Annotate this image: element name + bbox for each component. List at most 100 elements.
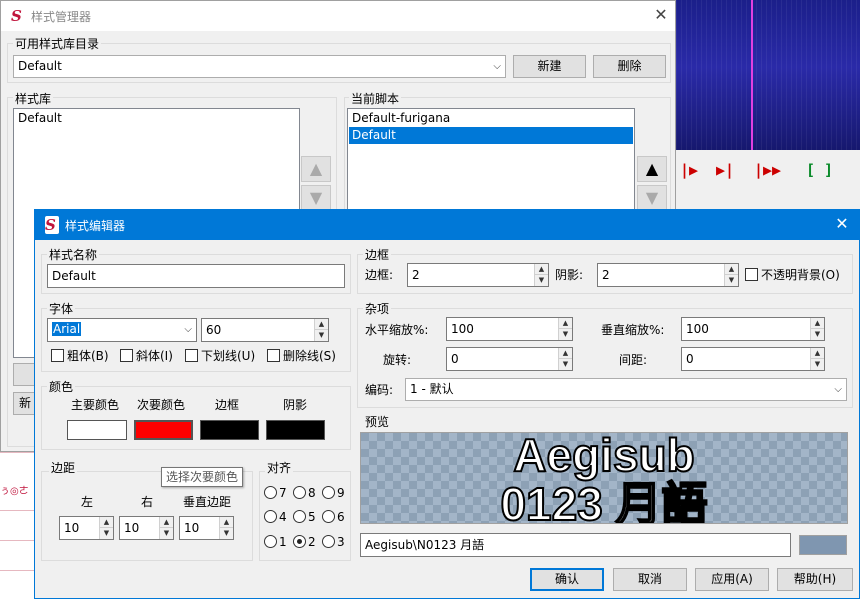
margin-right-label: 右 xyxy=(141,495,154,509)
encoding-value: 1 - 默认 xyxy=(410,382,454,396)
play-end-icon[interactable]: ▶| xyxy=(716,158,734,182)
align-3-label: 3 xyxy=(337,535,345,549)
align-5-radio[interactable]: 5 xyxy=(293,509,316,525)
colors-group-label: 颜色 xyxy=(47,378,76,395)
shadow-spinner[interactable]: 2 ▲ ▼ xyxy=(597,263,739,287)
margin-left-value: 10 xyxy=(64,521,80,535)
align-7-label: 7 xyxy=(279,486,287,500)
spin-down-icon[interactable]: ▼ xyxy=(559,359,572,370)
primary-color-swatch[interactable] xyxy=(67,420,127,440)
spin-up-icon[interactable]: ▲ xyxy=(535,264,548,275)
spacing-spinner[interactable]: 0 ▲ ▼ xyxy=(681,347,825,371)
align-8-label: 8 xyxy=(308,486,316,500)
margin-right-spinner[interactable]: 10 ▲ ▼ xyxy=(119,516,174,540)
align-1-radio[interactable]: 1 xyxy=(264,534,287,550)
close-icon[interactable]: ✕ xyxy=(649,3,673,27)
script-down-button[interactable]: ▼ xyxy=(637,185,667,211)
opaque-checkbox[interactable]: 不透明背景(O) xyxy=(745,267,840,283)
spin-up-icon[interactable]: ▲ xyxy=(725,264,738,275)
storage-item[interactable]: Default xyxy=(15,110,298,127)
scale-y-value: 100 xyxy=(686,322,709,336)
style-name-label: 样式名称 xyxy=(47,246,100,263)
align-3-radio[interactable]: 3 xyxy=(322,534,345,550)
rotation-spinner[interactable]: 0 ▲ ▼ xyxy=(446,347,573,371)
spacing-value: 0 xyxy=(686,352,694,366)
align-4-radio[interactable]: 4 xyxy=(264,509,287,525)
apply-button[interactable]: 应用(A) xyxy=(695,568,769,591)
close-icon[interactable]: ✕ xyxy=(830,212,854,236)
script-item-default[interactable]: Default xyxy=(349,127,633,144)
spin-up-icon[interactable]: ▲ xyxy=(811,318,824,329)
encoding-combo[interactable]: 1 - 默认 ⌵ xyxy=(405,378,847,401)
border-group-label: 边框 xyxy=(363,246,392,263)
preview-bg-color-button[interactable] xyxy=(799,535,847,555)
font-name-combo[interactable]: Arial ⌵ xyxy=(47,318,197,342)
rotation-label: 旋转: xyxy=(383,353,412,367)
align-8-radio[interactable]: 8 xyxy=(293,485,316,501)
align-1-label: 1 xyxy=(279,535,287,549)
spin-down-icon[interactable]: ▼ xyxy=(160,528,173,539)
play-after-icon[interactable]: |▶▶ xyxy=(754,158,781,182)
storage-down-button[interactable]: ▼ xyxy=(301,185,331,211)
spin-down-icon[interactable]: ▼ xyxy=(100,528,113,539)
storage-up-button[interactable]: ▲ xyxy=(301,156,331,182)
play-start-icon[interactable]: |▶ xyxy=(680,158,698,182)
scale-x-spinner[interactable]: 100 ▲ ▼ xyxy=(446,317,573,341)
margin-vertical-spinner[interactable]: 10 ▲ ▼ xyxy=(179,516,234,540)
spin-up-icon[interactable]: ▲ xyxy=(220,517,233,528)
align-6-label: 6 xyxy=(337,510,345,524)
chevron-down-icon: ⌵ xyxy=(493,61,501,72)
manager-titlebar: S 样式管理器 ✕ xyxy=(1,1,675,31)
spin-up-icon[interactable]: ▲ xyxy=(559,348,572,359)
shadow-color-swatch[interactable] xyxy=(266,420,325,440)
new-catalog-button[interactable]: 新建 xyxy=(513,55,586,78)
script-up-button[interactable]: ▲ xyxy=(637,156,667,182)
help-button[interactable]: 帮助(H) xyxy=(777,568,853,591)
outline-color-label: 边框 xyxy=(215,398,240,412)
preview-text-input[interactable]: Aegisub\N0123 月語 xyxy=(360,533,791,557)
secondary-color-swatch[interactable] xyxy=(134,420,193,440)
rotation-value: 0 xyxy=(451,352,459,366)
spin-up-icon[interactable]: ▲ xyxy=(160,517,173,528)
spin-down-icon[interactable]: ▼ xyxy=(811,329,824,340)
italic-label: 斜体(I) xyxy=(136,349,173,363)
scale-x-value: 100 xyxy=(451,322,474,336)
strikeout-checkbox[interactable]: 删除线(S) xyxy=(267,348,336,364)
bold-checkbox[interactable]: 粗体(B) xyxy=(51,348,109,364)
spin-up-icon[interactable]: ▲ xyxy=(315,319,328,330)
spacing-label: 间距: xyxy=(619,353,648,367)
outline-spinner[interactable]: 2 ▲ ▼ xyxy=(407,263,549,287)
preview-line1: Aegisub xyxy=(512,432,695,481)
outline-color-swatch[interactable] xyxy=(200,420,259,440)
margins-group-label: 边距 xyxy=(49,459,78,476)
spin-down-icon[interactable]: ▼ xyxy=(315,330,328,341)
underline-checkbox[interactable]: 下划线(U) xyxy=(185,348,255,364)
style-name-input[interactable]: Default xyxy=(47,264,345,288)
margin-vertical-label: 垂直边距 xyxy=(183,495,232,509)
align-6-radio[interactable]: 6 xyxy=(322,509,345,525)
italic-checkbox[interactable]: 斜体(I) xyxy=(120,348,173,364)
catalog-combo[interactable]: Default ⌵ xyxy=(13,55,506,78)
spin-down-icon[interactable]: ▼ xyxy=(220,528,233,539)
margin-left-spinner[interactable]: 10 ▲ ▼ xyxy=(59,516,114,540)
align-9-radio[interactable]: 9 xyxy=(322,485,345,501)
spin-down-icon[interactable]: ▼ xyxy=(535,275,548,286)
karaoke-icon[interactable]: [ ] xyxy=(806,158,833,182)
spin-up-icon[interactable]: ▲ xyxy=(100,517,113,528)
spin-down-icon[interactable]: ▼ xyxy=(559,329,572,340)
spin-up-icon[interactable]: ▲ xyxy=(811,348,824,359)
scale-y-spinner[interactable]: 100 ▲ ▼ xyxy=(681,317,825,341)
font-size-spinner[interactable]: 60 ▲ ▼ xyxy=(201,318,329,342)
spin-up-icon[interactable]: ▲ xyxy=(559,318,572,329)
spin-down-icon[interactable]: ▼ xyxy=(811,359,824,370)
align-2-radio[interactable]: 2 xyxy=(293,534,316,550)
align-7-radio[interactable]: 7 xyxy=(264,485,287,501)
ok-button[interactable]: 确认 xyxy=(530,568,604,591)
script-item-furigana[interactable]: Default-furigana xyxy=(349,110,633,127)
spin-down-icon[interactable]: ▼ xyxy=(725,275,738,286)
cancel-button[interactable]: 取消 xyxy=(613,568,687,591)
delete-catalog-button[interactable]: 删除 xyxy=(593,55,666,78)
grid-fragment-icon: ぅ◎ㄜ xyxy=(0,486,29,497)
align-5-label: 5 xyxy=(308,510,316,524)
audio-toolbar: |▶ ▶| |▶▶ [ ] xyxy=(676,150,860,192)
